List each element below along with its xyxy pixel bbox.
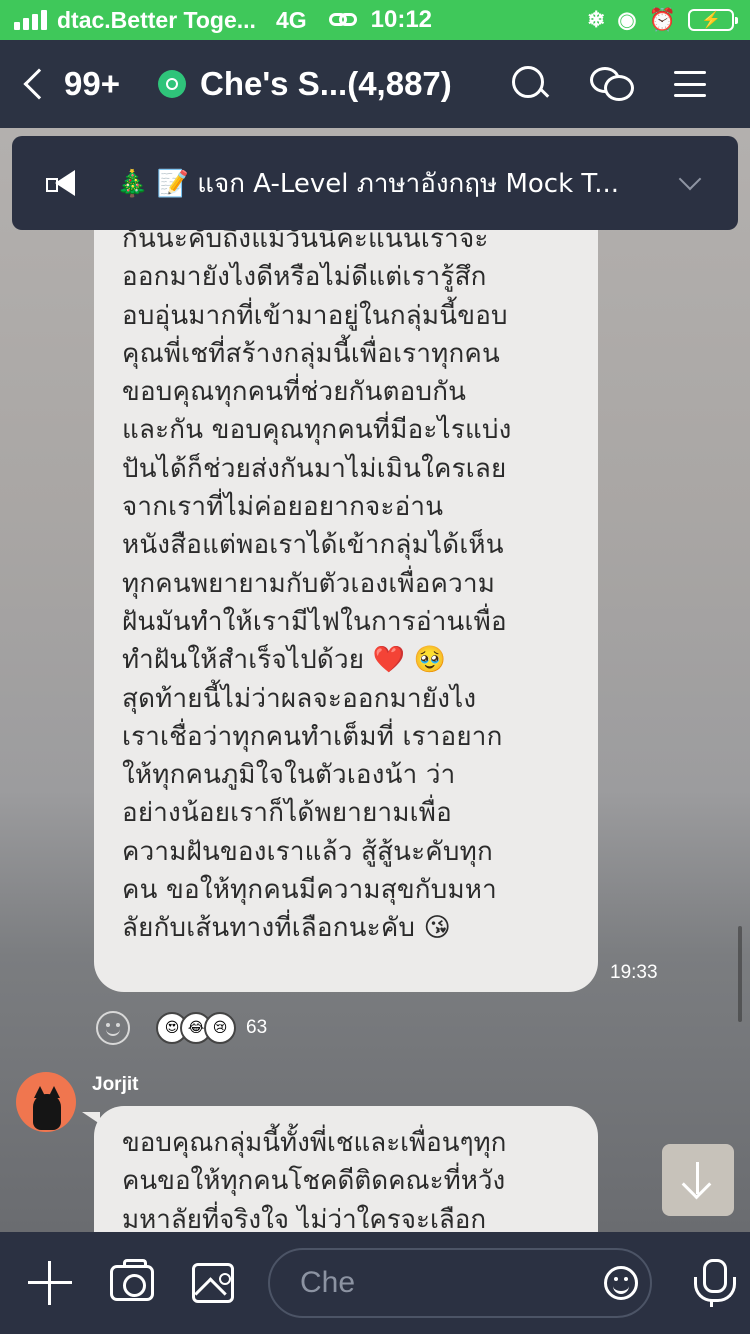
- signal-icon: [14, 10, 47, 30]
- composer-bar: [0, 1232, 750, 1334]
- lock-rotation-icon: ◉: [617, 7, 637, 32]
- chat-title[interactable]: Che's S...(4,887): [157, 65, 452, 103]
- chat-bubbles-icon[interactable]: [590, 65, 634, 103]
- announcement-text: 🎄 📝 แจก A-Level ภาษาอังกฤษ Mock T...: [116, 168, 619, 199]
- chevron-down-icon[interactable]: [678, 167, 702, 191]
- microphone-icon[interactable]: [690, 1259, 736, 1307]
- search-icon[interactable]: [510, 64, 550, 104]
- menu-icon[interactable]: [674, 71, 706, 97]
- clock: 10:12: [370, 6, 433, 33]
- scroll-to-bottom-button[interactable]: [662, 1144, 734, 1216]
- scrollbar[interactable]: [738, 926, 742, 1022]
- avatar[interactable]: [16, 1072, 76, 1132]
- emoji-icon[interactable]: [604, 1266, 638, 1300]
- message-time: 19:33: [610, 962, 658, 983]
- reaction-count: 63: [246, 1017, 268, 1038]
- reaction-sad-icon: 😢: [204, 1012, 236, 1044]
- message-input-wrapper: [268, 1248, 652, 1318]
- message-input[interactable]: [300, 1266, 580, 1300]
- snowflake-icon: ❄: [586, 7, 606, 32]
- openchat-icon: [157, 70, 186, 98]
- camera-icon[interactable]: [110, 1259, 154, 1301]
- chat-title-text: Che's S...(4,887): [199, 65, 452, 102]
- carrier-name: dtac.Better Toge...: [57, 6, 256, 33]
- chat-header: 99+ Che's S...(4,887): [0, 40, 750, 128]
- battery-icon: ⚡: [688, 9, 738, 31]
- back-button[interactable]: 99+: [23, 65, 120, 103]
- message-text: ขอบคุณกลุ่มนี้ทั้งพี่เชและเพื่อนๆทุก คนข…: [122, 1128, 507, 1235]
- message-bubble[interactable]: กันนะคับถึงแม้วันนี้คะแนนเราจะ ออกมายังไ…: [94, 140, 598, 992]
- add-reaction-icon[interactable]: [96, 1011, 130, 1045]
- alarm-icon: ⏰: [648, 7, 676, 32]
- message-text: กันนะคับถึงแม้วันนี้คะแนนเราจะ ออกมายังไ…: [122, 224, 512, 944]
- megaphone-icon: [46, 170, 76, 196]
- black-cat-icon: [33, 1086, 61, 1130]
- network-type: 4G: [275, 6, 307, 33]
- link-icon: [328, 11, 359, 29]
- chevron-left-icon: [23, 68, 55, 100]
- image-icon[interactable]: [192, 1263, 234, 1303]
- sender-name: Jorjit: [92, 1074, 139, 1095]
- status-bar: dtac.Better Toge... 4G 10:12 ❄ ◉ ⏰ ⚡: [0, 0, 750, 40]
- plus-icon[interactable]: [28, 1261, 72, 1305]
- reaction-summary[interactable]: 😍 😂 😢: [156, 1012, 236, 1044]
- reaction-row: 😍 😂 😢 63: [96, 1011, 267, 1045]
- unread-count: 99+: [64, 65, 120, 102]
- announcement-banner[interactable]: 🎄 📝 แจก A-Level ภาษาอังกฤษ Mock T...: [12, 136, 738, 230]
